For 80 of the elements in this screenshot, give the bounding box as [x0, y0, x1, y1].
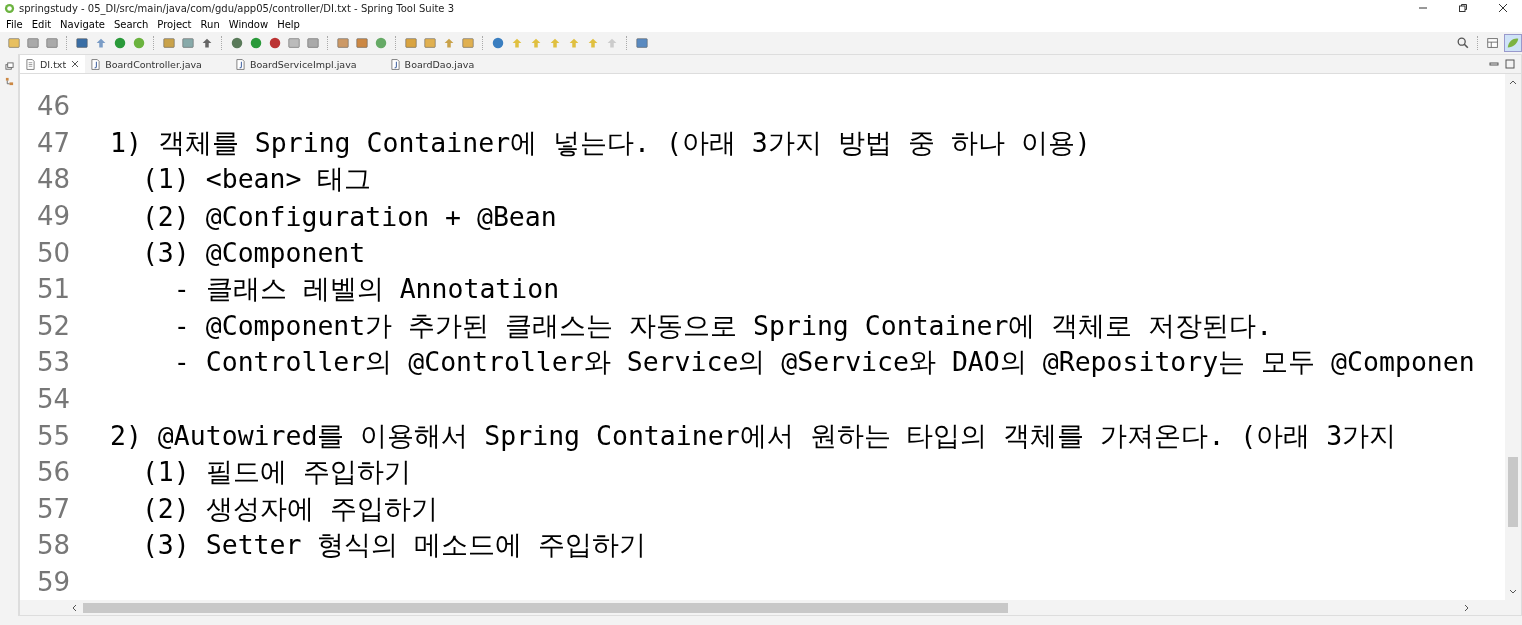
code-line: 2) @Autowired를 이용해서 Spring Container에서 원하는 타입의 객체를 가져온다. (아래 3가지: [110, 418, 1397, 453]
toolbar-icon[interactable]: [634, 35, 650, 51]
code-line: (3) @Component: [140, 237, 366, 269]
minimize-icon[interactable]: [1489, 59, 1499, 69]
menu-item[interactable]: Window: [225, 18, 275, 30]
line-number: 46: [35, 91, 70, 122]
toolbar-icon[interactable]: [286, 35, 302, 51]
tab-label: BoardServiceImpl.java: [249, 58, 357, 70]
menu-item[interactable]: Navigate: [57, 18, 111, 30]
window-title: springstudy - 05_DI/src/main/java/com/gdu/app05/controller/DI.txt - Spring Tool Suite 3: [19, 2, 455, 14]
toolbar-icon[interactable]: [161, 35, 177, 51]
line-number: 56: [35, 457, 70, 488]
editor-tab[interactable]: DI.txt: [20, 55, 86, 73]
tab-label: BoardController.java: [105, 58, 202, 70]
code-line: - @Component가 추가된 클래스는 자동으로 Spring Container에 객체로 저장된다.: [172, 308, 1273, 343]
toolbar-icon[interactable]: [131, 35, 147, 51]
toolbar-icon[interactable]: [422, 35, 438, 51]
java-file-icon: [91, 58, 101, 70]
leaf-icon[interactable]: [1504, 34, 1522, 52]
toolbar-icon[interactable]: [460, 35, 476, 51]
tab-label: BoardDao.java: [404, 58, 475, 70]
search-icon[interactable]: [1455, 35, 1471, 51]
text-file-icon: [26, 58, 35, 70]
code-line: (1) <bean> 태그: [140, 162, 372, 197]
java-file-icon: [390, 58, 400, 70]
toolbar-icon[interactable]: [490, 35, 506, 51]
line-number: 59: [35, 567, 70, 597]
toolbar-icon[interactable]: [305, 35, 321, 51]
toolbar-icon[interactable]: [44, 35, 60, 51]
line-number: 53: [35, 347, 70, 378]
toolbar-icon[interactable]: [373, 35, 389, 51]
line-number: 48: [35, 164, 70, 195]
line-number: 50: [35, 237, 70, 268]
horizontal-scrollbar[interactable]: [20, 600, 1521, 615]
perspective-icon[interactable]: [1485, 35, 1501, 51]
hierarchy-icon[interactable]: [4, 77, 14, 86]
java-file-icon: [235, 58, 245, 70]
close-icon[interactable]: [71, 60, 80, 68]
restore-icon[interactable]: [1458, 3, 1468, 13]
toolbar-icon[interactable]: [229, 35, 245, 51]
close-icon[interactable]: [1498, 3, 1508, 13]
maximize-icon[interactable]: [1505, 59, 1515, 69]
toolbar-icon[interactable]: [74, 35, 90, 51]
line-number: 49: [35, 201, 70, 232]
code-line: - 클래스 레벨의 Annotation: [172, 272, 560, 307]
line-number: 51: [35, 274, 70, 305]
editor-tab[interactable]: BoardDao.java: [384, 55, 503, 73]
code-line: (3) Setter 형식의 메소드에 주입하기: [140, 528, 647, 563]
line-number: 58: [35, 530, 70, 561]
toolbar-icon[interactable]: [354, 35, 370, 51]
toolbar-icon[interactable]: [248, 35, 264, 51]
line-number: 54: [35, 384, 70, 415]
code-line: - Controller의 @Controller와 Service의 @Service와 DAO의 @Repository는 모두 @Componen: [172, 345, 1475, 380]
menu-item[interactable]: Run: [197, 18, 226, 30]
toolbar-icon[interactable]: [180, 35, 196, 51]
editor-tab[interactable]: BoardController.java: [85, 55, 230, 73]
line-number: 57: [35, 493, 70, 524]
editor-tab[interactable]: BoardServiceImpl.java: [229, 55, 385, 73]
toolbar-icon[interactable]: [25, 35, 41, 51]
menu-item[interactable]: Edit: [28, 18, 58, 30]
toolbar-icon[interactable]: [112, 35, 128, 51]
toolbar-icon[interactable]: [267, 35, 283, 51]
scroll-thumb[interactable]: [1508, 457, 1518, 527]
code-line: (1) 필드에 주입하기: [140, 455, 411, 490]
line-number: 55: [35, 420, 70, 451]
line-number: 52: [35, 310, 70, 341]
tab-label: DI.txt: [40, 58, 67, 70]
code-line: (2) @Configuration + @Bean: [140, 200, 557, 232]
vertical-scrollbar[interactable]: [1505, 74, 1521, 600]
code-line: 1) 객체를 Spring Container에 넣는다. (아래 3가지 방법 중 하나 이용): [110, 125, 1091, 160]
menu-item[interactable]: Search: [110, 18, 155, 30]
line-number: 47: [35, 127, 70, 158]
toolbar-icon[interactable]: [6, 35, 22, 51]
menu-item[interactable]: Help: [274, 18, 306, 30]
menu-item[interactable]: Project: [154, 18, 198, 30]
toolbar-icon[interactable]: [335, 35, 351, 51]
menu-item[interactable]: File: [3, 18, 29, 30]
scroll-thumb[interactable]: [83, 602, 1008, 613]
toolbar-icon[interactable]: [403, 35, 419, 51]
code-line: (2) 생성자에 주입하기: [140, 491, 438, 526]
